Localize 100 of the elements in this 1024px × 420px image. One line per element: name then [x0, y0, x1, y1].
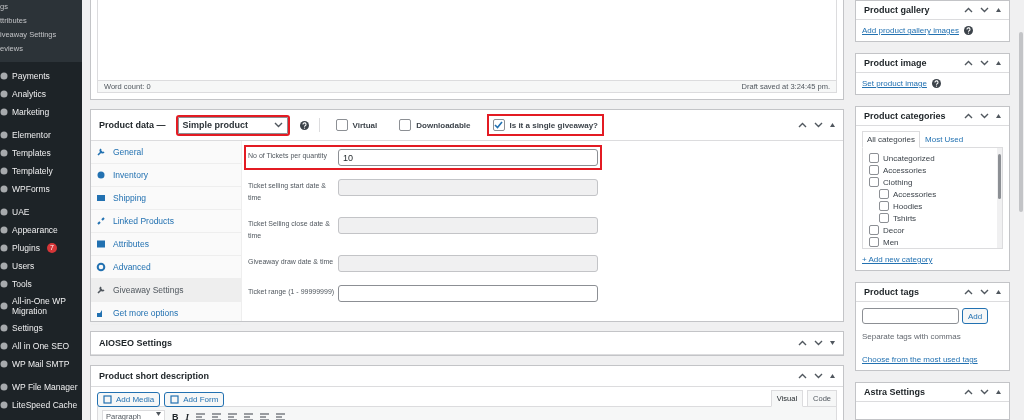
checkbox[interactable]: [879, 213, 889, 223]
menu-item[interactable]: Users: [12, 261, 35, 271]
chevron-down-icon[interactable]: [980, 60, 989, 66]
checkbox[interactable]: [869, 165, 879, 175]
menu-item[interactable]: Payments: [12, 71, 50, 81]
chevron-down-icon[interactable]: [273, 122, 283, 128]
toolbar-icon[interactable]: [228, 412, 237, 420]
circle-icon: [0, 108, 8, 116]
checkbox[interactable]: [399, 119, 412, 131]
toolbar-icon[interactable]: [260, 412, 269, 420]
category-tab[interactable]: Most Used: [920, 131, 969, 148]
add-form-button[interactable]: Add Form: [164, 392, 225, 407]
circle-icon: [96, 170, 106, 180]
menu-item[interactable]: Templately: [12, 166, 53, 176]
link-icon: [96, 216, 106, 226]
chevron-down-icon[interactable]: [980, 289, 989, 295]
tag-input[interactable]: [862, 308, 959, 324]
checkbox[interactable]: [869, 237, 879, 247]
circle-icon: [0, 302, 8, 310]
product-data-tab[interactable]: Attributes: [113, 239, 149, 249]
chevron-up-icon[interactable]: [964, 113, 973, 119]
chevron-up-icon[interactable]: [964, 60, 973, 66]
most-used-tags-link[interactable]: Choose from the most used tags: [862, 355, 978, 364]
caret-up-icon[interactable]: [996, 114, 1001, 118]
menu-item[interactable]: WPForms: [12, 184, 50, 194]
toolbar-icon[interactable]: [212, 412, 221, 420]
caret-up-icon[interactable]: [830, 123, 835, 127]
option-checkbox[interactable]: Downloadable: [393, 114, 477, 136]
menu-item[interactable]: Tools: [12, 279, 32, 289]
menu-item[interactable]: Marketing: [12, 107, 50, 117]
checkbox[interactable]: [335, 119, 348, 131]
option-checkbox[interactable]: Is it a single giveaway?: [486, 114, 604, 136]
caret-up-icon[interactable]: [996, 61, 1001, 65]
caret-down-icon[interactable]: [830, 341, 835, 345]
category-label: Accessories: [893, 189, 937, 199]
chevron-down-icon[interactable]: [814, 373, 823, 379]
chevron-up-icon[interactable]: [964, 7, 973, 13]
caret-up-icon[interactable]: [996, 290, 1001, 294]
chevron-up-icon[interactable]: [964, 289, 973, 295]
menu-item[interactable]: All in One SEO: [12, 341, 70, 351]
caret-up-icon[interactable]: [830, 374, 835, 378]
caret-down-icon[interactable]: [156, 412, 161, 416]
menu-item[interactable]: WP Mail SMTP: [12, 359, 70, 369]
chevron-up-icon[interactable]: [798, 373, 807, 379]
option-checkbox[interactable]: Virtual: [329, 114, 384, 136]
menu-item[interactable]: Appearance: [12, 225, 58, 235]
toolbar-icon[interactable]: [276, 412, 285, 420]
menu-item[interactable]: Analytics: [12, 89, 46, 99]
menu-item[interactable]: Templates: [12, 148, 51, 158]
product-data-tab[interactable]: Shipping: [113, 193, 147, 203]
square-icon: [170, 395, 180, 404]
product-data-tab[interactable]: General: [113, 147, 144, 157]
checkbox[interactable]: [879, 189, 889, 199]
format-button[interactable]: I: [185, 411, 189, 420]
menu-item[interactable]: WP File Manager: [12, 382, 78, 392]
caret-up-icon[interactable]: [996, 8, 1001, 12]
menu-item[interactable]: LiteSpeed Cache: [12, 400, 78, 410]
set-product-image-link[interactable]: Set product image: [862, 79, 927, 88]
help-icon[interactable]: [299, 120, 309, 130]
format-button[interactable]: B: [172, 411, 179, 420]
product-data-tab[interactable]: Get more options: [113, 308, 179, 318]
product-data-tab[interactable]: Linked Products: [113, 216, 174, 226]
add-tag-button[interactable]: Add: [962, 308, 989, 324]
add-media-button[interactable]: Add Media: [97, 392, 161, 407]
circle-icon: [0, 360, 8, 368]
input-field[interactable]: [338, 285, 598, 302]
help-icon[interactable]: [931, 79, 941, 88]
menu-item[interactable]: All-in-One WP Migration: [12, 296, 82, 316]
checkbox[interactable]: [869, 225, 879, 235]
checkbox[interactable]: [879, 201, 889, 211]
checkbox[interactable]: [492, 119, 505, 131]
chevron-up-icon[interactable]: [964, 389, 973, 395]
chevron-up-icon[interactable]: [798, 340, 807, 346]
circle-icon: [0, 401, 8, 409]
toolbar-icon[interactable]: [196, 412, 205, 420]
input-field[interactable]: 10: [338, 149, 598, 166]
chevron-down-icon[interactable]: [814, 122, 823, 128]
toolbar-icon[interactable]: [244, 412, 253, 420]
caret-up-icon[interactable]: [996, 390, 1001, 394]
menu-item[interactable]: UAE: [12, 207, 30, 217]
checkbox[interactable]: [869, 153, 879, 163]
chevron-down-icon[interactable]: [980, 389, 989, 395]
chevron-down-icon[interactable]: [980, 113, 989, 119]
scrollbar[interactable]: [997, 148, 1002, 248]
chevron-up-icon[interactable]: [798, 122, 807, 128]
category-label: Uncategorized: [883, 153, 935, 163]
product-data-tab[interactable]: Inventory: [113, 170, 148, 180]
chevron-down-icon[interactable]: [980, 7, 989, 13]
add-gallery-images-link[interactable]: Add product gallery images: [862, 26, 959, 35]
product-type-select[interactable]: Simple product: [175, 114, 290, 136]
help-icon[interactable]: [963, 26, 973, 35]
chevron-down-icon[interactable]: [814, 340, 823, 346]
add-category-link[interactable]: + Add new category: [862, 255, 933, 264]
menu-item[interactable]: Plugins: [12, 243, 40, 253]
menu-item[interactable]: Settings: [12, 323, 43, 333]
menu-item[interactable]: Elementor: [12, 130, 51, 140]
wrench-icon: [96, 285, 106, 295]
category-tab[interactable]: All categories: [862, 131, 921, 148]
product-data-tab[interactable]: Advanced: [113, 262, 151, 272]
checkbox[interactable]: [869, 177, 879, 187]
